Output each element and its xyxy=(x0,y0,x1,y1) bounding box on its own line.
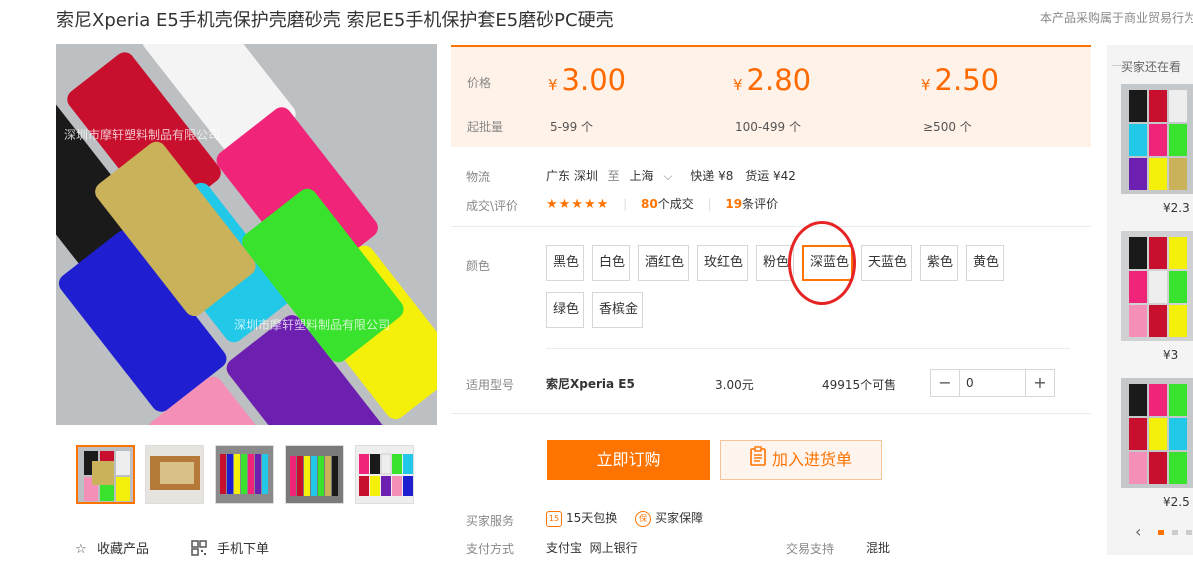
trade-notice: 本产品采购属于商业贸易行为 xyxy=(1040,11,1193,25)
thumbnail-1[interactable] xyxy=(76,445,135,504)
thumbnail-2[interactable] xyxy=(145,445,204,504)
main-product-image[interactable]: 深圳市摩轩塑料制品有限公司 深圳市摩轩塑料制品有限公司 xyxy=(56,44,437,425)
service-guarantee[interactable]: 买家保障 xyxy=(655,511,703,525)
recommend-item-2[interactable] xyxy=(1121,231,1193,341)
thumbnail-5[interactable] xyxy=(355,445,414,504)
recommend-price-3: ¥2.5 xyxy=(1163,495,1190,509)
add-to-cart-label: 加入进货单 xyxy=(771,450,852,469)
qr-code-icon xyxy=(191,539,207,560)
carousel-dot-1[interactable] xyxy=(1158,530,1164,535)
range-tier-1: 5-99 个 xyxy=(550,120,594,134)
exchange-15-days-icon: 15 xyxy=(546,510,562,527)
rating-stars: ★★★★★ xyxy=(546,197,610,212)
model-price: 3.00元 xyxy=(715,378,754,392)
increase-button[interactable]: + xyxy=(1025,370,1054,396)
moq-label: 起批量 xyxy=(467,120,504,134)
mobile-order-button[interactable]: 手机下单 xyxy=(191,538,269,560)
favorite-label: 收藏产品 xyxy=(97,542,150,557)
color-option-green[interactable]: 绿色 xyxy=(546,292,584,328)
color-label: 颜色 xyxy=(466,259,491,273)
thumbnail-4[interactable] xyxy=(285,445,344,504)
divider xyxy=(451,413,1091,414)
model-stock: 49915个可售 xyxy=(822,378,897,392)
payment-methods: 支付宝 网上银行 xyxy=(546,541,638,555)
logistics-label: 物流 xyxy=(466,170,491,184)
service-label: 买家服务 xyxy=(466,514,515,528)
trade-support-value: 混批 xyxy=(866,541,891,555)
model-name: 索尼Xperia E5 xyxy=(546,377,635,391)
recommend-item-1[interactable] xyxy=(1121,84,1193,194)
carousel-dot-2[interactable] xyxy=(1172,530,1178,535)
destination-select[interactable]: 上海 ⌵ xyxy=(630,169,673,183)
color-option-sky-blue[interactable]: 天蓝色 xyxy=(861,245,912,281)
watermark-top: 深圳市摩轩塑料制品有限公司 xyxy=(64,128,221,142)
divider xyxy=(546,348,1070,349)
order-now-button[interactable]: 立即订购 xyxy=(547,440,710,480)
payment-label: 支付方式 xyxy=(466,542,515,556)
service-exchange[interactable]: 15天包换 xyxy=(566,511,617,525)
product-title: 索尼Xperia E5手机壳保护壳磨砂壳 索尼E5手机保护套E5磨砂PC硬壳 xyxy=(56,10,614,31)
add-to-cart-button[interactable]: 加入进货单 xyxy=(720,440,882,480)
favorite-product-button[interactable]: ☆ 收藏产品 xyxy=(75,538,149,557)
color-option-dark-blue[interactable]: 深蓝色 xyxy=(802,245,853,281)
deals-row: ★★★★★ | 80个成交 | 19条评价 xyxy=(546,197,779,212)
deal-count-link[interactable]: 80个成交 xyxy=(641,197,694,211)
recommend-price-2: ¥3 xyxy=(1163,348,1179,362)
from-city: 广东 深圳 xyxy=(546,169,598,183)
carousel-dot-3[interactable] xyxy=(1186,530,1192,535)
color-option-yellow[interactable]: 黄色 xyxy=(966,245,1004,281)
range-tier-2: 100-499 个 xyxy=(735,120,801,134)
deals-label: 成交\评价 xyxy=(466,199,519,213)
color-option-pink[interactable]: 粉色 xyxy=(756,245,794,281)
logistics-route: 广东 深圳 至 上海 ⌵ 快递 ¥8 货运 ¥42 xyxy=(546,167,796,184)
thumbnail-3[interactable] xyxy=(215,445,274,504)
watermark-bottom: 深圳市摩轩塑料制品有限公司 xyxy=(234,318,391,332)
color-option-wine-red[interactable]: 酒红色 xyxy=(638,245,689,281)
freight-fee: 货运 ¥42 xyxy=(745,169,796,183)
express-fee: 快递 ¥8 xyxy=(690,169,734,183)
chevron-down-icon: ⌵ xyxy=(663,169,673,183)
trade-support-label: 交易支持 xyxy=(786,542,835,556)
color-option-rose-red[interactable]: 玫红色 xyxy=(697,245,748,281)
range-tier-3: ≥500 个 xyxy=(923,120,972,134)
model-label: 适用型号 xyxy=(466,378,515,392)
price-tier-3: ¥2.50 xyxy=(921,63,1000,97)
clipboard-icon xyxy=(750,442,766,480)
price-tier-2: ¥2.80 xyxy=(733,63,812,97)
star-outline-icon: ☆ xyxy=(75,542,87,557)
color-option-black[interactable]: 黑色 xyxy=(546,245,584,281)
guarantee-shield-icon: 保 xyxy=(635,510,652,527)
recommend-item-3[interactable] xyxy=(1121,378,1193,488)
price-label: 价格 xyxy=(467,76,492,90)
sidebar-title: 买家还在看 xyxy=(1121,60,1182,74)
quantity-input[interactable] xyxy=(960,370,1025,396)
recommend-price-1: ¥2.3 xyxy=(1163,201,1190,215)
color-option-white[interactable]: 白色 xyxy=(592,245,630,281)
mobile-order-label: 手机下单 xyxy=(217,542,270,557)
quantity-stepper: − + xyxy=(930,369,1055,397)
decrease-button[interactable]: − xyxy=(931,370,960,396)
chevron-left-icon[interactable]: ‹ xyxy=(1135,522,1141,541)
color-option-champagne-gold[interactable]: 香槟金 xyxy=(592,292,643,328)
color-option-purple[interactable]: 紫色 xyxy=(920,245,958,281)
price-tier-1: ¥3.00 xyxy=(548,63,627,97)
review-count-link[interactable]: 19条评价 xyxy=(725,197,778,211)
to-word: 至 xyxy=(607,169,620,183)
divider xyxy=(451,226,1091,227)
service-items: 15 15天包换 保买家保障 xyxy=(546,509,703,527)
